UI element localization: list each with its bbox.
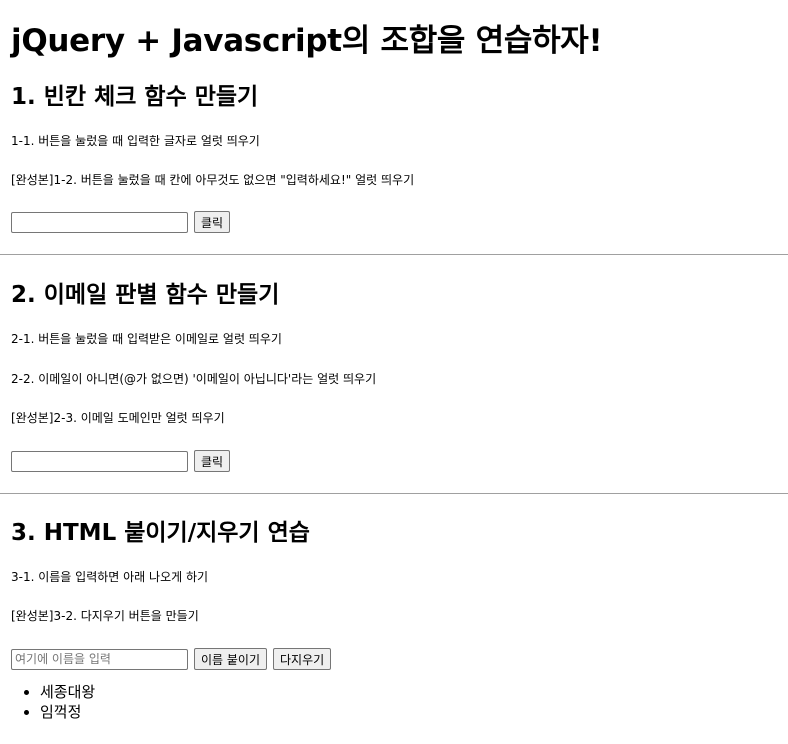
section2-form: 클릭 [11, 449, 788, 473]
page-title: jQuery + Javascript의 조합을 연습하자! [11, 23, 603, 59]
section3-form: 이름 붙이기 다지우기 [11, 647, 788, 671]
list-item: 임꺽정 [40, 702, 788, 722]
section2-item-1: 2-1. 버튼을 눌렀을 때 입력받은 이메일로 얼럿 띄우기 [11, 332, 282, 346]
section3-heading: 3. HTML 붙이기/지우기 연습 [11, 520, 310, 546]
add-name-button[interactable]: 이름 붙이기 [194, 648, 268, 670]
list-item: 세종대왕 [40, 682, 788, 702]
section2-item-3: [완성본]2-3. 이메일 도메인만 얼럿 띄우기 [11, 411, 225, 425]
section1-click-button[interactable]: 클릭 [194, 211, 231, 233]
section1-heading: 1. 빈칸 체크 함수 만들기 [11, 84, 259, 110]
section1-form: 클릭 [11, 210, 788, 234]
page: jQuery + Javascript의 조합을 연습하자! 1. 빈칸 체크 … [0, 0, 788, 234]
section1-item-1: 1-1. 버튼을 눌렀을 때 입력한 글자로 얼럿 띄우기 [11, 134, 260, 148]
names-list: 세종대왕 임꺽정 [0, 682, 788, 722]
section3-item-1: 3-1. 이름을 입력하면 아래 나오게 하기 [11, 570, 209, 584]
section2-item-2: 2-2. 이메일이 아니면(@가 없으면) '이메일이 아닙니다'라는 얼럿 띄… [11, 372, 377, 386]
section1-item-2: [완성본]1-2. 버튼을 눌렀을 때 칸에 아무것도 없으면 "입력하세요!"… [11, 173, 415, 187]
section3-item-2: [완성본]3-2. 다지우기 버튼을 만들기 [11, 609, 199, 623]
name-input[interactable] [11, 648, 188, 670]
section2-click-button[interactable]: 클릭 [194, 450, 231, 472]
section2-heading: 2. 이메일 판별 함수 만들기 [11, 282, 280, 308]
clear-all-button[interactable]: 다지우기 [273, 648, 332, 670]
email-input[interactable] [11, 450, 188, 472]
section1-text-input[interactable] [11, 211, 188, 233]
